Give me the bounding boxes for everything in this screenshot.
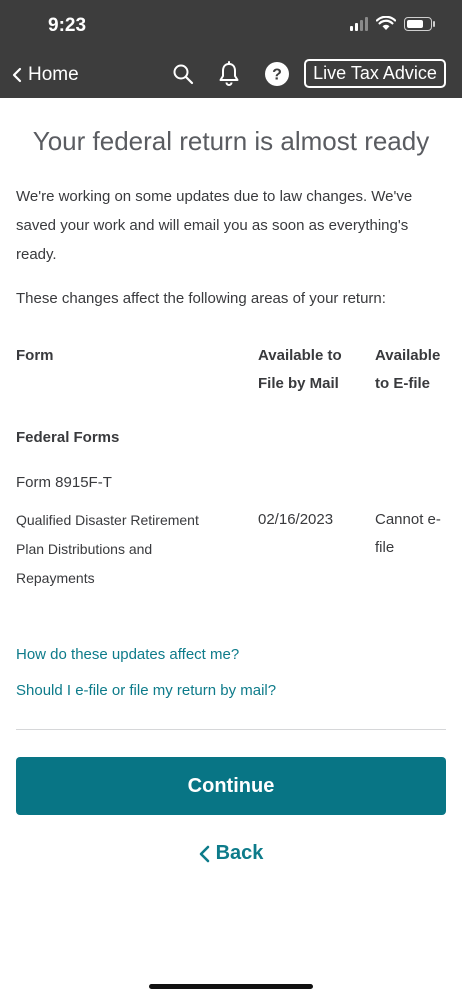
divider <box>16 729 446 730</box>
bell-icon[interactable] <box>218 61 240 87</box>
areas-text: These changes affect the following areas… <box>16 290 386 307</box>
efile-status: Cannot e-file <box>375 511 441 556</box>
column-header-efile: Available to E-file <box>375 347 441 392</box>
mail-date: 02/16/2023 <box>258 511 334 528</box>
battery-icon <box>404 16 435 31</box>
home-back-button[interactable]: Home <box>12 64 79 86</box>
page-title: Your federal return is almost ready <box>32 126 430 156</box>
status-icons <box>350 16 435 31</box>
live-tax-advice-button[interactable]: Live Tax Advice <box>304 59 446 88</box>
svg-text:?: ? <box>272 67 282 84</box>
signal-icon <box>350 16 368 31</box>
column-header-mail: Available to File by Mail <box>258 347 342 392</box>
chevron-left-icon <box>12 67 22 83</box>
chevron-left-icon <box>199 845 209 862</box>
home-label: Home <box>28 64 79 85</box>
form-description: Qualified Disaster Retirement Plan Distr… <box>16 512 199 586</box>
back-button[interactable]: Back <box>0 842 462 865</box>
intro-text: We're working on some updates due to law… <box>16 188 413 263</box>
wifi-icon <box>376 16 396 30</box>
form-name: Form 8915F-T <box>16 474 112 491</box>
search-icon[interactable] <box>172 63 194 85</box>
link-updates-affect[interactable]: How do these updates affect me? <box>16 646 239 663</box>
column-header-form: Form <box>16 347 54 364</box>
continue-button[interactable]: Continue <box>16 757 446 815</box>
app-header: 9:23 Home ? Live Tax Advice <box>0 0 462 98</box>
status-time: 9:23 <box>48 15 87 36</box>
section-federal-forms: Federal Forms <box>16 429 120 446</box>
header-icons: ? <box>172 61 290 87</box>
back-label: Back <box>215 842 264 864</box>
link-efile-or-mail[interactable]: Should I e-file or file my return by mai… <box>16 682 276 699</box>
help-icon[interactable]: ? <box>264 61 290 87</box>
home-indicator <box>149 984 313 989</box>
